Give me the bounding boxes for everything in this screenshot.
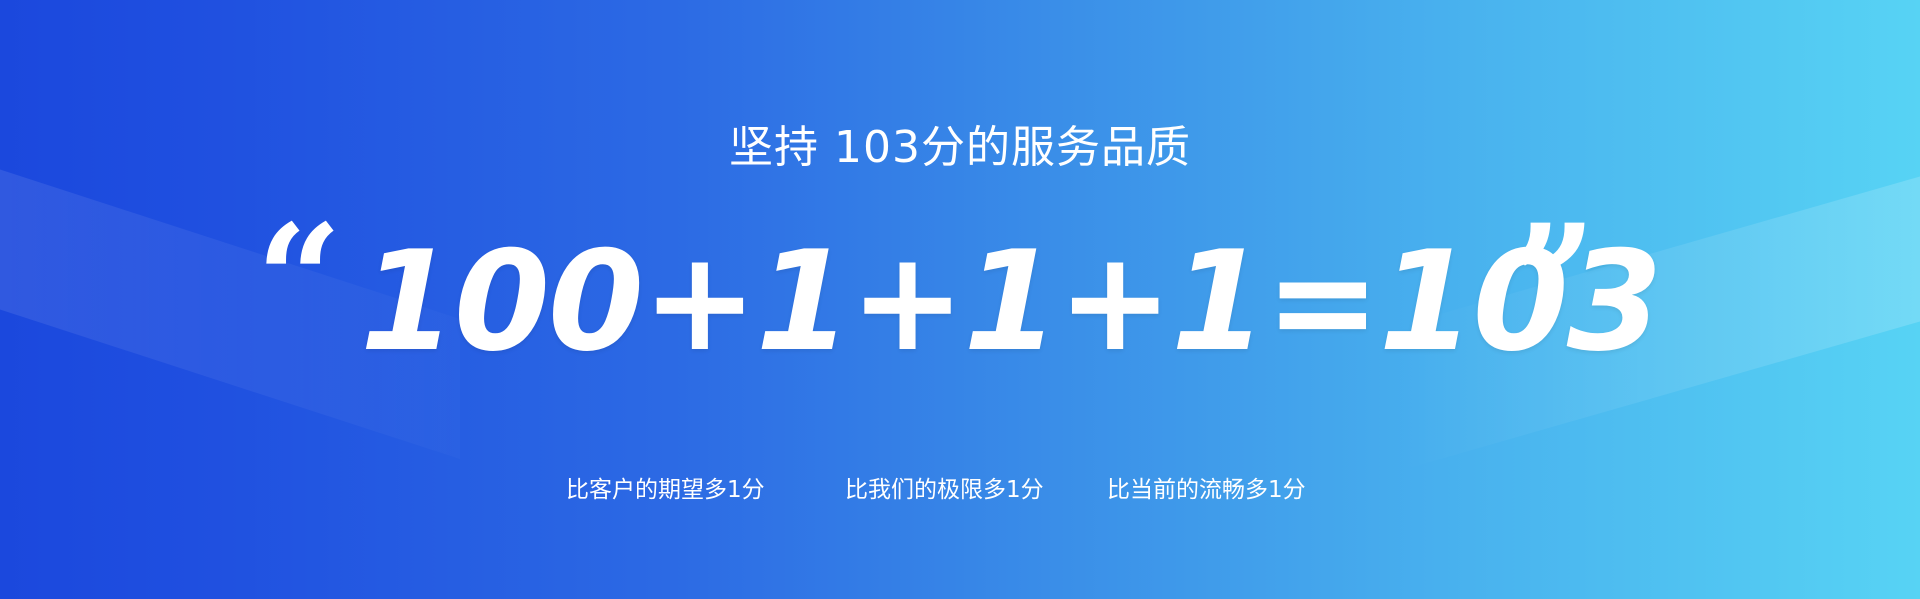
formula-text: 100+1+1+1=103 (360, 221, 1663, 382)
tagline-customer-expectation: 比客户的期望多1分 (566, 477, 765, 503)
tagline-current-fluency: 比当前的流畅多1分 (1107, 477, 1306, 503)
taglines: 比客户的期望多1分 比我们的极限多1分 比当前的流畅多1分 (0, 470, 1920, 510)
service-quality-banner: 坚持 103分的服务品质 “ 100+1+1+1=103 ” 比客户的期望多1分… (0, 0, 1920, 599)
close-quote-mark: ” (1510, 192, 1597, 368)
tagline-our-limit: 比我们的极限多1分 (845, 477, 1044, 503)
formula-row: “ 100+1+1+1=103 ” (0, 205, 1920, 385)
open-quote-mark: “ (256, 192, 343, 368)
banner-headline: 坚持 103分的服务品质 (729, 122, 1191, 173)
